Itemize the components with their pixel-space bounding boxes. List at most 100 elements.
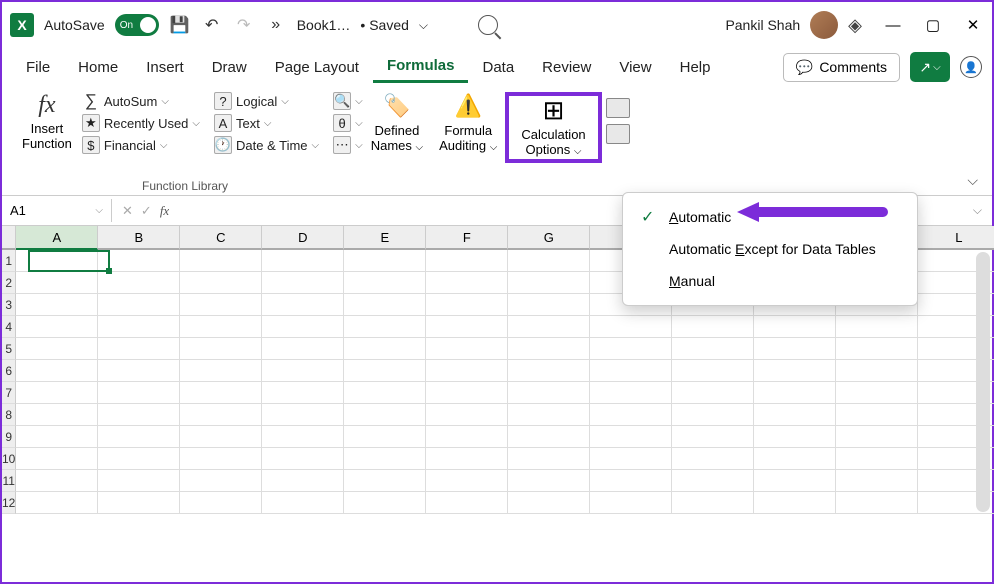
cell[interactable] <box>180 448 262 470</box>
premium-icon[interactable]: ◈ <box>848 15 862 36</box>
cell[interactable] <box>16 382 98 404</box>
account-button[interactable]: 👤 <box>960 56 982 78</box>
fbar-expand-icon[interactable]: ⌵ <box>963 203 992 218</box>
row-header[interactable]: 9 <box>2 426 16 448</box>
text-button[interactable]: AText⌵ <box>214 114 319 132</box>
cell[interactable] <box>180 404 262 426</box>
cell[interactable] <box>426 294 508 316</box>
tab-home[interactable]: Home <box>64 53 132 82</box>
cell[interactable] <box>590 316 672 338</box>
cell[interactable] <box>262 382 344 404</box>
search-icon[interactable] <box>478 15 498 35</box>
name-box[interactable]: A1 ⌵ <box>2 199 112 222</box>
cell[interactable] <box>344 338 426 360</box>
tab-file[interactable]: File <box>12 53 64 82</box>
maximize-button[interactable]: ▢ <box>922 14 944 36</box>
cell[interactable] <box>836 360 918 382</box>
cell[interactable] <box>262 470 344 492</box>
col-header[interactable]: B <box>98 226 180 250</box>
cell[interactable] <box>344 360 426 382</box>
cell[interactable] <box>836 404 918 426</box>
cell[interactable] <box>426 360 508 382</box>
col-header[interactable]: A <box>16 226 98 250</box>
cell[interactable] <box>262 492 344 514</box>
saved-status[interactable]: • Saved <box>360 17 409 33</box>
user-avatar[interactable] <box>810 11 838 39</box>
math-button[interactable]: θ⌵ <box>333 114 363 132</box>
cell[interactable] <box>836 426 918 448</box>
tab-view[interactable]: View <box>605 53 665 82</box>
cell[interactable] <box>754 448 836 470</box>
autosave-toggle[interactable]: On <box>115 14 159 36</box>
cell[interactable] <box>344 426 426 448</box>
cell[interactable] <box>754 316 836 338</box>
cell[interactable] <box>426 492 508 514</box>
menu-item-automatic[interactable]: Automatic <box>623 201 917 233</box>
cell[interactable] <box>672 338 754 360</box>
ribbon-collapse-icon[interactable]: ⌵ <box>967 172 978 189</box>
close-button[interactable]: ✕ <box>962 14 984 36</box>
cell[interactable] <box>344 316 426 338</box>
saved-chevron[interactable]: ⌵ <box>419 18 428 33</box>
cell[interactable] <box>672 448 754 470</box>
cell[interactable] <box>836 316 918 338</box>
undo-icon[interactable]: ↶ <box>201 14 223 36</box>
cell[interactable] <box>16 294 98 316</box>
row-header[interactable]: 4 <box>2 316 16 338</box>
defined-names-button[interactable]: 🏷️ Defined Names ⌵ <box>363 92 431 155</box>
cell[interactable] <box>590 338 672 360</box>
cell[interactable] <box>590 360 672 382</box>
row-header[interactable]: 8 <box>2 404 16 426</box>
cell[interactable] <box>180 492 262 514</box>
cell[interactable] <box>754 360 836 382</box>
menu-item-manual[interactable]: Manual <box>623 265 917 297</box>
cell[interactable] <box>508 360 590 382</box>
cell[interactable] <box>754 404 836 426</box>
cell[interactable] <box>98 294 180 316</box>
cell[interactable] <box>344 272 426 294</box>
cell[interactable] <box>426 404 508 426</box>
cell[interactable] <box>754 382 836 404</box>
cell[interactable] <box>754 470 836 492</box>
cell[interactable] <box>836 382 918 404</box>
cell[interactable] <box>754 426 836 448</box>
cell[interactable] <box>16 316 98 338</box>
datetime-button[interactable]: 🕐Date & Time⌵ <box>214 136 319 154</box>
tab-formulas[interactable]: Formulas <box>373 51 469 83</box>
cell[interactable] <box>262 338 344 360</box>
col-header[interactable]: E <box>344 226 426 250</box>
cell[interactable] <box>16 250 98 272</box>
row-header[interactable]: 10 <box>2 448 16 470</box>
cell[interactable] <box>590 426 672 448</box>
cell[interactable] <box>426 426 508 448</box>
cell[interactable] <box>344 448 426 470</box>
col-header[interactable]: G <box>508 226 590 250</box>
cell[interactable] <box>262 250 344 272</box>
calculation-options-button[interactable]: ⊞ Calculation Options ⌵ <box>513 96 593 159</box>
row-header[interactable]: 6 <box>2 360 16 382</box>
share-button[interactable]: ↗ ⌵ <box>910 52 950 82</box>
cell[interactable] <box>98 250 180 272</box>
tab-data[interactable]: Data <box>468 53 528 82</box>
cell[interactable] <box>180 426 262 448</box>
tab-page-layout[interactable]: Page Layout <box>261 53 373 82</box>
user-name[interactable]: Pankil Shah <box>725 17 800 33</box>
cell[interactable] <box>98 470 180 492</box>
row-header[interactable]: 5 <box>2 338 16 360</box>
cell[interactable] <box>98 426 180 448</box>
autosum-button[interactable]: ∑AutoSum⌵ <box>82 92 200 110</box>
cell[interactable] <box>508 272 590 294</box>
cell[interactable] <box>590 448 672 470</box>
row-header[interactable]: 3 <box>2 294 16 316</box>
cell[interactable] <box>672 360 754 382</box>
cell[interactable] <box>508 470 590 492</box>
cell[interactable] <box>672 426 754 448</box>
cell[interactable] <box>344 404 426 426</box>
cell[interactable] <box>16 492 98 514</box>
tab-insert[interactable]: Insert <box>132 53 198 82</box>
fx-icon[interactable]: fx <box>160 203 169 219</box>
cell[interactable] <box>426 382 508 404</box>
cell[interactable] <box>508 492 590 514</box>
row-header[interactable]: 2 <box>2 272 16 294</box>
select-all-corner[interactable] <box>2 226 16 250</box>
